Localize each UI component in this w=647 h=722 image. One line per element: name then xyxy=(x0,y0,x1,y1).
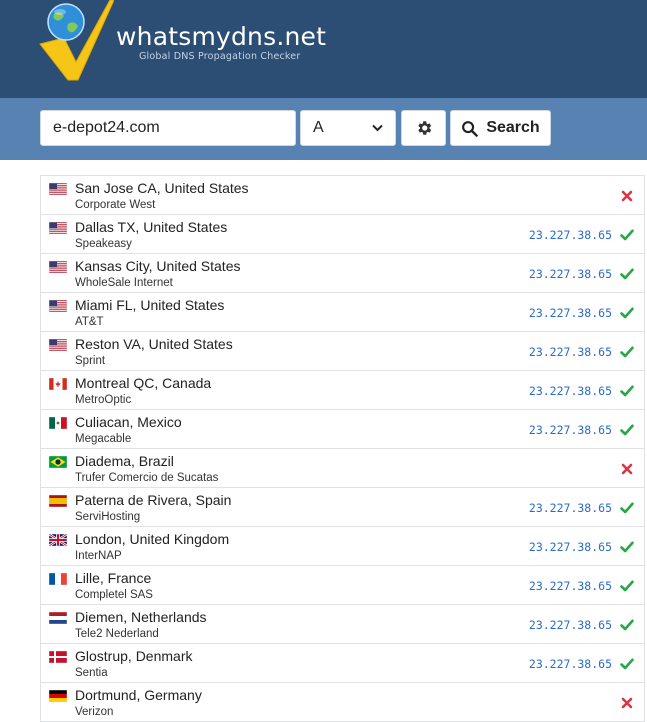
result-isp: MetroOptic xyxy=(75,394,132,406)
flag-us-icon xyxy=(49,222,67,234)
check-icon xyxy=(620,502,634,514)
domain-input[interactable] xyxy=(40,110,296,146)
result-row[interactable]: Paterna de Rivera, Spain ServiHosting 23.2… xyxy=(41,488,644,527)
result-isp: Speakeasy xyxy=(75,238,132,250)
result-location: Diemen, Netherlands xyxy=(75,609,207,625)
result-isp: ServiHosting xyxy=(75,511,141,523)
result-isp: Corporate West xyxy=(75,199,156,211)
magnifier-icon xyxy=(462,120,479,137)
flag-es-icon xyxy=(49,495,67,507)
check-icon xyxy=(620,346,634,358)
result-location: Miami FL, United States xyxy=(75,297,225,313)
flag-us-icon xyxy=(49,339,67,351)
check-icon xyxy=(620,385,634,397)
result-location: Dortmund, Germany xyxy=(75,687,202,703)
result-isp: WholeSale Internet xyxy=(75,277,173,289)
flag-gb-icon xyxy=(49,534,67,546)
result-location: Reston VA, United States xyxy=(75,336,233,352)
cross-icon xyxy=(621,697,633,709)
site-header: whatsmydns.net Global DNS Propagation Ch… xyxy=(0,0,647,98)
gear-icon xyxy=(417,121,431,135)
result-location: Montreal QC, Canada xyxy=(75,375,212,391)
results-list: San Jose CA, United States Corporate West… xyxy=(40,175,645,722)
flag-us-icon xyxy=(49,261,67,273)
flag-de-icon xyxy=(49,690,67,702)
result-row[interactable]: San Jose CA, United States Corporate West xyxy=(41,176,644,215)
cross-icon xyxy=(621,463,633,475)
result-location: San Jose CA, United States xyxy=(75,180,249,196)
site-title[interactable]: whatsmydns.net xyxy=(116,22,326,51)
result-ip[interactable]: 23.227.38.65 xyxy=(529,657,612,671)
result-isp: Sentia xyxy=(75,667,108,679)
result-ip[interactable]: 23.227.38.65 xyxy=(529,579,612,593)
result-isp: AT&T xyxy=(75,316,104,328)
search-button-label: Search xyxy=(486,119,540,136)
result-isp: Sprint xyxy=(75,355,106,367)
site-tagline: Global DNS Propagation Checker xyxy=(139,51,301,62)
result-location: Dallas TX, United States xyxy=(75,219,228,235)
result-ip[interactable]: 23.227.38.65 xyxy=(529,423,612,437)
check-icon xyxy=(620,307,634,319)
flag-ca-icon xyxy=(49,378,67,390)
result-isp: Verizon xyxy=(75,706,114,718)
settings-button[interactable] xyxy=(401,110,446,146)
result-row[interactable]: Montreal QC, Canada MetroOptic 23.227.38.6… xyxy=(41,371,644,410)
result-ip[interactable]: 23.227.38.65 xyxy=(529,501,612,515)
check-icon xyxy=(620,658,634,670)
cross-icon xyxy=(621,190,633,202)
result-ip[interactable]: 23.227.38.65 xyxy=(529,267,612,281)
check-icon xyxy=(620,268,634,280)
result-row[interactable]: Miami FL, United States AT&T 23.227.38.65 xyxy=(41,293,644,332)
result-ip[interactable]: 23.227.38.65 xyxy=(529,228,612,242)
result-location: Glostrup, Denmark xyxy=(75,648,193,664)
flag-br-icon xyxy=(49,456,67,468)
check-icon xyxy=(620,424,634,436)
result-row[interactable]: Dortmund, Germany Verizon xyxy=(41,683,644,722)
result-ip[interactable]: 23.227.38.65 xyxy=(529,306,612,320)
record-type-value: A xyxy=(313,119,324,136)
result-isp: Trufer Comercio de Sucatas xyxy=(75,472,219,484)
flag-dk-icon xyxy=(49,651,67,663)
result-location: Kansas City, United States xyxy=(75,258,241,274)
result-isp: Tele2 Nederland xyxy=(75,628,159,640)
check-icon xyxy=(620,229,634,241)
result-row[interactable]: Reston VA, United States Sprint 23.227.38.… xyxy=(41,332,644,371)
result-isp: Megacable xyxy=(75,433,132,445)
result-ip[interactable]: 23.227.38.65 xyxy=(529,345,612,359)
check-icon xyxy=(620,580,634,592)
flag-nl-icon xyxy=(49,612,67,624)
search-bar: A Search xyxy=(0,98,647,160)
result-row[interactable]: Kansas City, United States WholeSale Inte… xyxy=(41,254,644,293)
result-location: Lille, France xyxy=(75,570,152,586)
flag-us-icon xyxy=(49,183,67,195)
result-row[interactable]: Diemen, Netherlands Tele2 Nederland 23.227… xyxy=(41,605,644,644)
record-type-select[interactable]: A xyxy=(300,110,396,146)
result-isp: Completel SAS xyxy=(75,589,153,601)
result-row[interactable]: Dallas TX, United States Speakeasy 23.227.… xyxy=(41,215,644,254)
result-ip[interactable]: 23.227.38.65 xyxy=(529,618,612,632)
flag-us-icon xyxy=(49,300,67,312)
result-ip[interactable]: 23.227.38.65 xyxy=(529,540,612,554)
result-ip[interactable]: 23.227.38.65 xyxy=(529,384,612,398)
result-row[interactable]: Culiacan, Mexico Megacable 23.227.38.65 xyxy=(41,410,644,449)
result-row[interactable]: Lille, France Completel SAS 23.227.38.65 xyxy=(41,566,644,605)
check-icon xyxy=(620,541,634,553)
result-row[interactable]: Glostrup, Denmark Sentia 23.227.38.65 xyxy=(41,644,644,683)
flag-mx-icon xyxy=(49,417,67,429)
search-button[interactable]: Search xyxy=(450,110,551,146)
result-location: Paterna de Rivera, Spain xyxy=(75,492,232,508)
result-isp: InterNAP xyxy=(75,550,122,562)
result-row[interactable]: Diadema, Brazil Trufer Comercio de Sucata… xyxy=(41,449,644,488)
result-location: Diadema, Brazil xyxy=(75,453,174,469)
check-icon xyxy=(620,619,634,631)
result-row[interactable]: London, United Kingdom InterNAP 23.227.38.… xyxy=(41,527,644,566)
chevron-down-icon xyxy=(372,124,383,132)
globe-checkmark-icon[interactable] xyxy=(38,0,114,84)
result-location: London, United Kingdom xyxy=(75,531,230,547)
flag-fr-icon xyxy=(49,573,67,585)
result-location: Culiacan, Mexico xyxy=(75,414,182,430)
